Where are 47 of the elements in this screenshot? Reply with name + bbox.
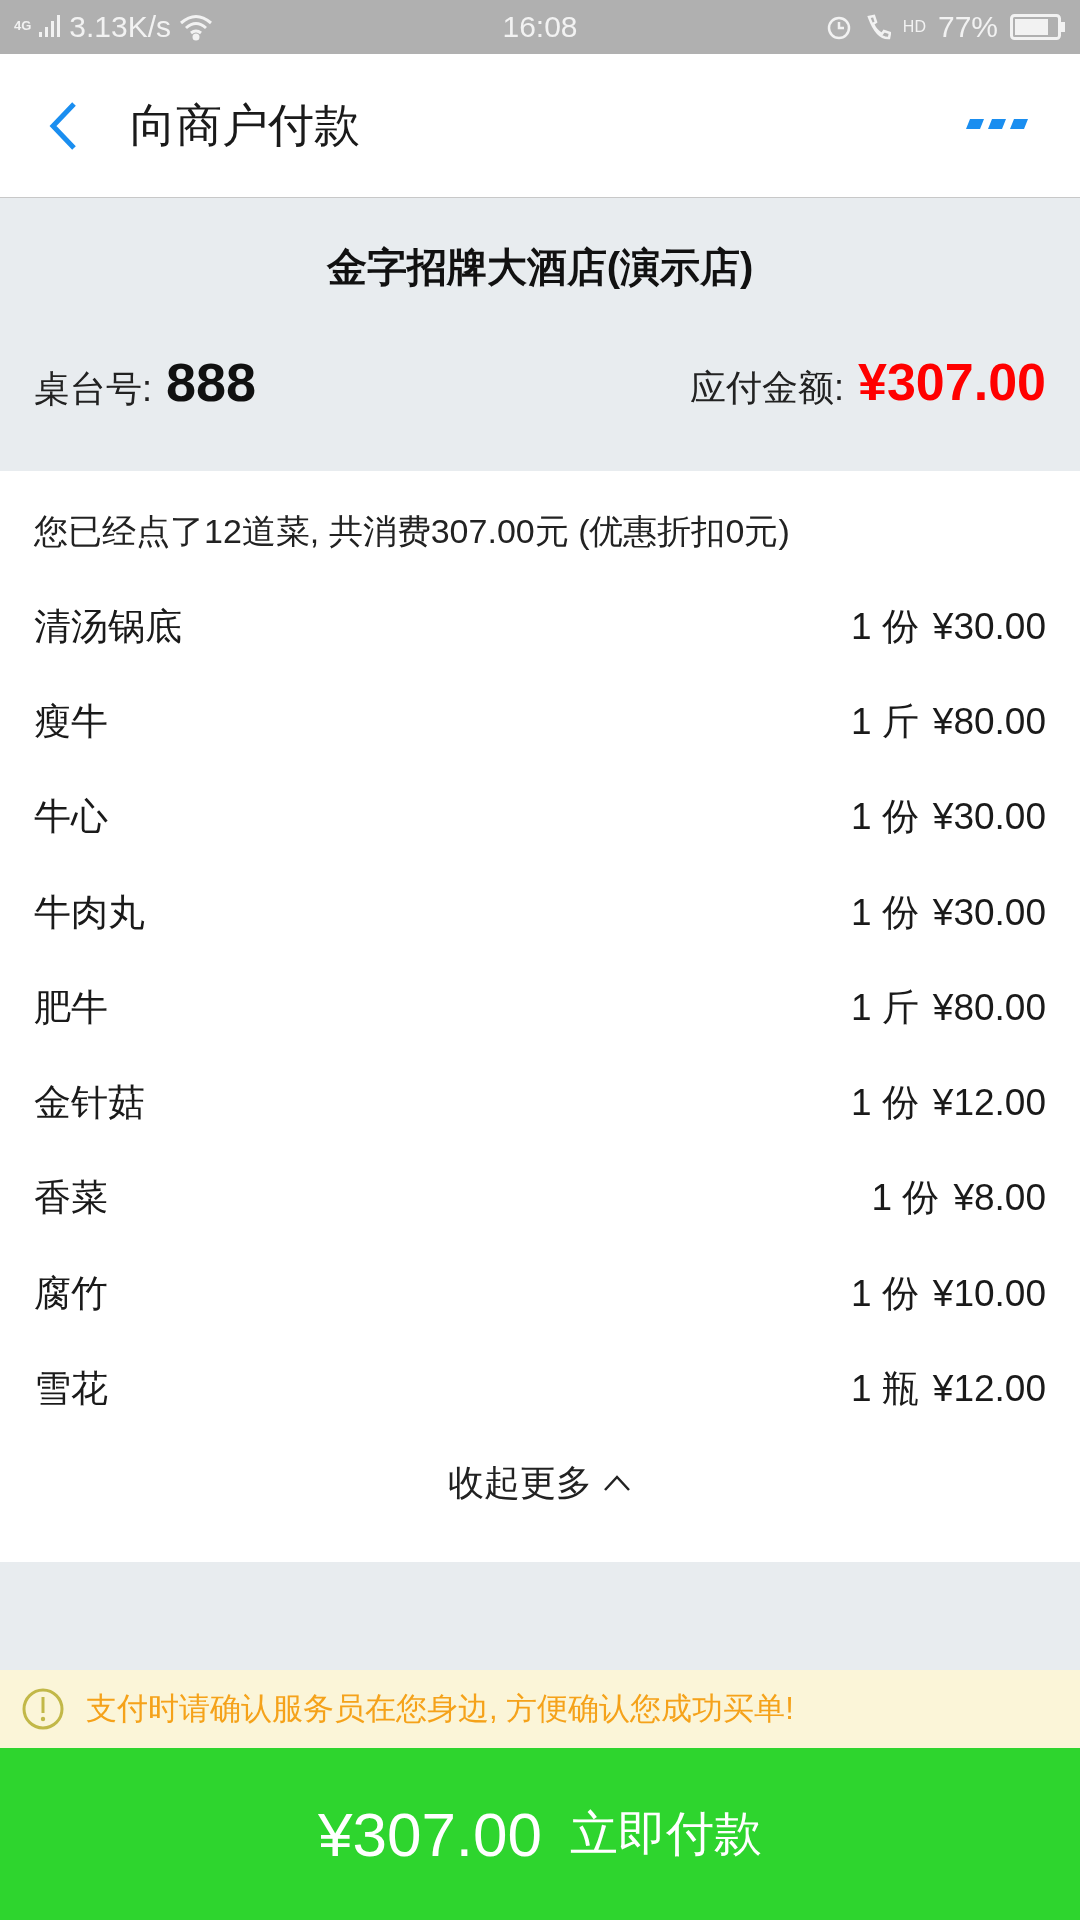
dish-quantity: 1 份 [850, 604, 919, 649]
table-number: 888 [166, 351, 257, 413]
order-summary: 您已经点了12道菜, 共消费307.00元 (优惠折扣0元) [34, 510, 791, 552]
dish-price: ¥12.00 [932, 1082, 1046, 1125]
notice-text: 支付时请确认服务员在您身边, 方便确认您成功买单! [86, 1690, 794, 1728]
dish-name: 清汤锅底 [34, 604, 182, 649]
shop-name: 金字招牌大酒店(演示店) [325, 244, 755, 291]
dish-price: ¥8.00 [953, 1177, 1046, 1220]
dish-name: 金针菇 [34, 1081, 145, 1126]
network-speed: 3.13K/s [69, 10, 172, 44]
dish-price: ¥80.00 [932, 986, 1046, 1029]
warning-icon [22, 1688, 64, 1730]
dish-price: ¥30.00 [932, 796, 1046, 839]
clock-time: 16:08 [502, 10, 578, 44]
dish-name: 牛肉丸 [34, 890, 145, 935]
signal-icon [39, 15, 62, 39]
dish-quantity: 1 份 [850, 1081, 919, 1126]
dish-quantity: 1 份 [850, 890, 919, 935]
collapse-toggle[interactable]: 收起更多 [448, 1452, 632, 1514]
dish-name: 肥牛 [34, 985, 108, 1030]
dish-name: 腐竹 [34, 1271, 108, 1316]
wifi-icon [179, 13, 214, 41]
dish-price: ¥80.00 [932, 700, 1046, 743]
dish-name: 雪花 [34, 1367, 108, 1411]
back-button[interactable] [48, 100, 78, 151]
dish-price: ¥12.00 [932, 1368, 1046, 1410]
network-type: 4G [14, 18, 32, 33]
dish-name: 瘦牛 [34, 699, 108, 744]
dish-quantity: 1 斤 [850, 699, 919, 744]
dish-price: ¥10.00 [932, 1272, 1046, 1315]
battery-percent: 77% [937, 10, 998, 44]
table-label: 桌台号: [34, 367, 152, 411]
dish-name: 牛心 [34, 795, 108, 840]
hd-label: HD [902, 18, 926, 36]
dish-price: ¥30.00 [932, 891, 1046, 934]
dish-quantity: 1 瓶 [850, 1367, 919, 1411]
page-title: 向商户付款 [130, 97, 361, 153]
dish-name: 香菜 [34, 1176, 108, 1221]
dish-price: ¥30.00 [932, 605, 1046, 648]
dish-quantity: 1 份 [871, 1176, 940, 1221]
dish-quantity: 1 份 [850, 1271, 919, 1316]
battery-icon [1010, 14, 1066, 40]
amount-due: ¥307.00 [858, 352, 1046, 412]
amount-label: 应付金额: [690, 366, 845, 410]
dish-quantity: 1 斤 [850, 985, 919, 1030]
phone-icon [864, 13, 891, 41]
dish-quantity: 1 份 [850, 795, 919, 840]
